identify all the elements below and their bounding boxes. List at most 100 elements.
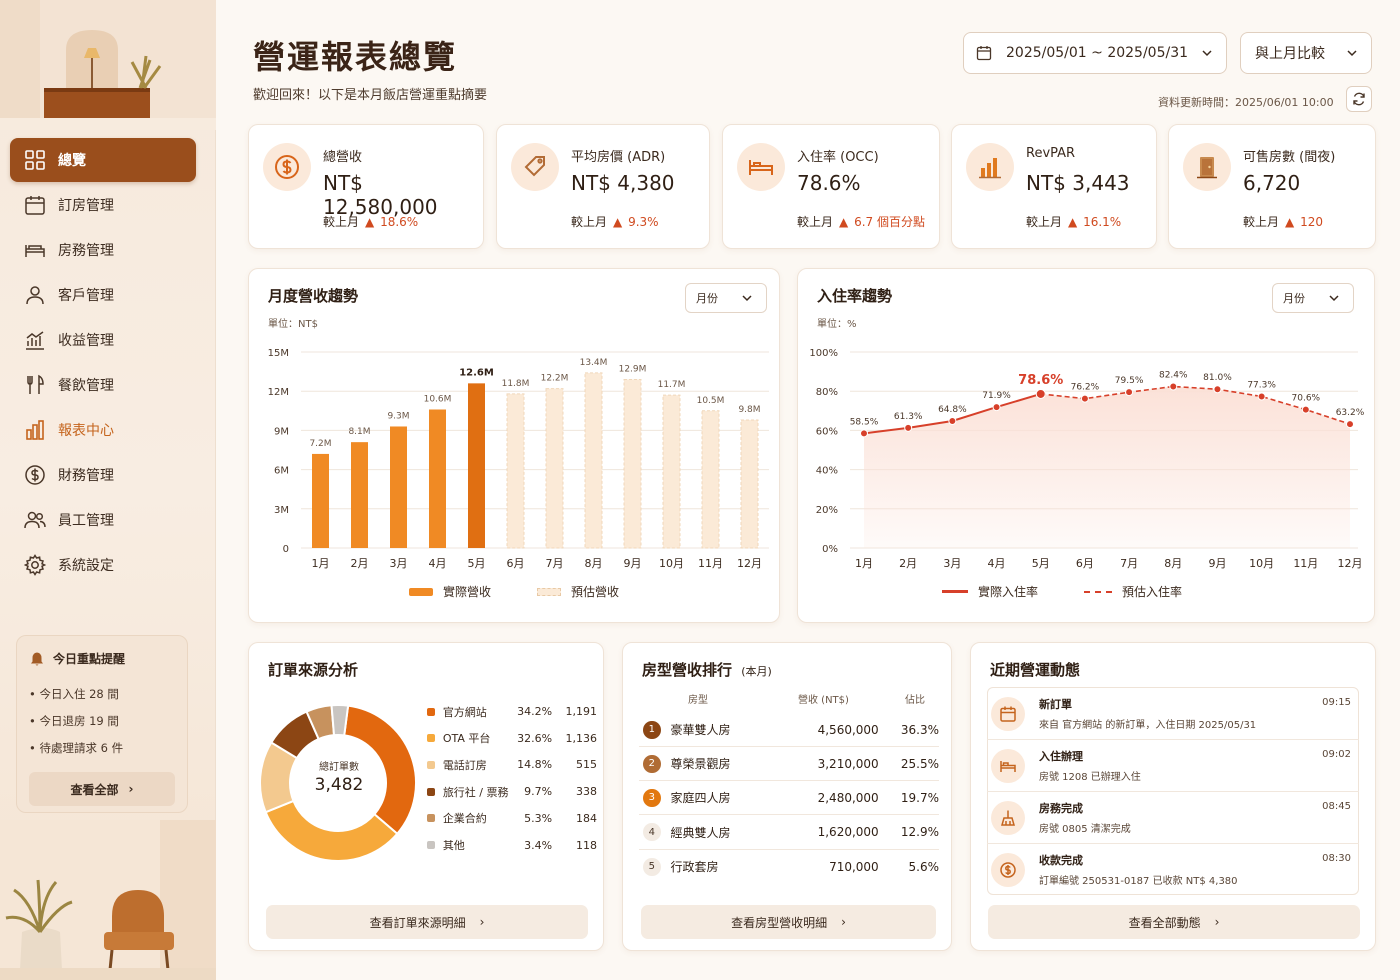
forecast-revenue-bar[interactable] <box>545 388 564 549</box>
bar-data-label: 9.3M <box>387 411 409 421</box>
sidebar-item-booking[interactable]: 訂房管理 <box>10 182 196 227</box>
occupancy-period-select[interactable]: 月份 <box>1272 283 1354 313</box>
bar-chart-icon <box>979 158 1001 179</box>
reminder-card: 今日重點提醒 • 今日入住 28 間 • 今日退房 19 間 • 待處理請求 6… <box>16 635 188 813</box>
dollar-icon <box>1000 862 1016 878</box>
button-label: 查看全部動態 <box>1128 915 1201 930</box>
y-tick-label: 40% <box>816 466 838 477</box>
sidebar-item-settings[interactable]: 系統設定 <box>10 542 196 587</box>
sidebar-item-finance[interactable]: 財務管理 <box>10 452 196 497</box>
view-source-detail-button[interactable]: 查看訂單來源明細 › <box>266 905 588 939</box>
occupancy-point[interactable] <box>992 403 1001 412</box>
x-tick-label: 2月 <box>351 557 369 570</box>
activity-time: 08:30 <box>1322 853 1351 864</box>
kpi-value: 78.6% <box>797 171 861 195</box>
sidebar-item-housekeeping[interactable]: 房務管理 <box>10 227 196 272</box>
activity-desc: 訂單編號 250531-0187 已收款 NT$ 4,380 <box>1039 876 1238 887</box>
occupancy-point[interactable] <box>1125 388 1134 397</box>
source-pct: 32.6% <box>517 731 553 745</box>
revenue-legend: 實際營收 預估營收 <box>409 583 619 600</box>
forecast-revenue-bar[interactable] <box>584 372 603 549</box>
actual-revenue-bar[interactable] <box>312 453 329 548</box>
sidebar-item-overview[interactable]: 總覽 <box>10 138 196 182</box>
occupancy-point[interactable] <box>1035 388 1046 399</box>
room-ranking-row[interactable]: 3 家庭四人房 2,480,000 19.7% <box>639 781 939 816</box>
activity-desc: 房號 1208 已辦理入住 <box>1039 772 1141 783</box>
lobby-illustration <box>0 0 216 130</box>
forecast-revenue-bar[interactable] <box>623 378 642 549</box>
occupancy-point[interactable] <box>904 423 913 432</box>
room-ranking-row[interactable]: 4 經典雙人房 1,620,000 12.9% <box>639 816 939 850</box>
actual-revenue-bar[interactable] <box>429 409 446 548</box>
sidebar-item-label: 系統設定 <box>58 557 114 574</box>
y-tick-label: 0 <box>283 544 289 555</box>
source-pct: 5.3% <box>524 811 553 825</box>
y-tick-label: 9M <box>274 426 289 437</box>
source-legend-row: 官方網站 34.2% 1,191 <box>427 698 597 725</box>
activity-item[interactable]: 新訂單 來自 官方網站 的新訂單，入住日期 2025/05/31 09:15 <box>987 688 1359 740</box>
view-room-revenue-button[interactable]: 查看房型營收明細 › <box>641 905 936 939</box>
occupancy-point[interactable] <box>1169 382 1178 391</box>
view-all-reminders-button[interactable]: 查看全部 › <box>29 772 175 806</box>
activity-item[interactable]: 收款完成 訂單編號 250531-0187 已收款 NT$ 4,380 08:3… <box>987 844 1359 896</box>
occupancy-point[interactable] <box>860 429 868 438</box>
sidebar-item-revenue[interactable]: 收益管理 <box>10 317 196 362</box>
bar-data-label: 7.2M <box>309 439 331 449</box>
chevron-right-icon: › <box>1214 915 1220 929</box>
kpi-card-occ[interactable]: 入住率 (OCC) 78.6% 較上月 ▲ 6.7 個百分點 <box>722 124 940 249</box>
sidebar-item-dining[interactable]: 餐飲管理 <box>10 362 196 407</box>
point-data-label: 76.2% <box>1071 383 1100 393</box>
occupancy-point[interactable] <box>1213 385 1222 394</box>
occupancy-point[interactable] <box>1301 405 1310 414</box>
activity-item[interactable]: 房務完成 房號 0805 清潔完成 08:45 <box>987 792 1359 844</box>
legend-swatch-actual <box>409 587 433 596</box>
actual-revenue-bar[interactable] <box>351 442 368 548</box>
activity-item[interactable]: 入住辦理 房號 1208 已辦理入住 09:02 <box>987 740 1359 792</box>
revenue-period-select[interactable]: 月份 <box>685 283 767 313</box>
forecast-revenue-bar[interactable] <box>740 419 759 549</box>
actual-revenue-bar[interactable] <box>390 426 407 548</box>
donut-slice[interactable] <box>330 704 350 737</box>
calendar-icon <box>1000 706 1016 722</box>
x-tick-label: 8月 <box>585 557 603 570</box>
fork-knife-icon <box>27 374 44 394</box>
view-all-activity-button[interactable]: 查看全部動態 › <box>988 905 1360 939</box>
date-range-picker[interactable]: 2025/05/01 ~ 2025/05/31 <box>963 32 1227 74</box>
actual-revenue-bar[interactable] <box>468 383 485 548</box>
kpi-card-revpar[interactable]: RevPAR NT$ 3,443 較上月 ▲ 16.1% <box>951 124 1157 249</box>
room-ranking-row[interactable]: 5 行政套房 710,000 5.6% <box>639 850 939 884</box>
sidebar-item-customers[interactable]: 客戶管理 <box>10 272 196 317</box>
tag-icon <box>524 156 545 177</box>
x-tick-label: 11月 <box>698 557 723 570</box>
source-legend-row: 企業合約 5.3% 184 <box>427 805 597 832</box>
revenue-chart-title: 月度營收趨勢 <box>268 287 359 305</box>
x-tick-label: 10月 <box>1249 557 1274 570</box>
kpi-icon-wrap <box>966 143 1014 191</box>
donut-center-label: 總訂單數 <box>319 762 359 773</box>
sidebar-item-reports[interactable]: 報表中心 <box>10 407 196 452</box>
refresh-button[interactable] <box>1346 86 1372 112</box>
room-type-share: 19.7% <box>900 790 939 805</box>
y-tick-label: 3M <box>274 505 289 516</box>
occupancy-point[interactable] <box>948 416 957 425</box>
bar-data-label: 11.7M <box>658 380 686 390</box>
occupancy-point[interactable] <box>1346 420 1354 429</box>
y-tick-label: 15M <box>268 348 289 359</box>
activity-title-text: 收款完成 <box>1039 854 1083 867</box>
forecast-revenue-bar[interactable] <box>701 410 720 549</box>
y-tick-label: 12M <box>268 387 289 398</box>
sidebar-item-staff[interactable]: 員工管理 <box>10 497 196 542</box>
occupancy-point[interactable] <box>1257 392 1266 401</box>
rank-badge: 3 <box>643 788 661 807</box>
x-tick-label: 12月 <box>1338 557 1363 570</box>
forecast-revenue-bar[interactable] <box>506 393 525 549</box>
room-ranking-row[interactable]: 1 豪華雙人房 4,560,000 36.3% <box>639 713 939 747</box>
kpi-card-available-rooms[interactable]: 可售房數 (間夜) 6,720 較上月 ▲ 120 <box>1168 124 1376 249</box>
kpi-card-revenue[interactable]: 總營收 NT$ 12,580,000 較上月 ▲ 18.6% <box>248 124 484 249</box>
room-ranking-row[interactable]: 2 尊榮景觀房 3,210,000 25.5% <box>639 747 939 782</box>
kpi-card-adr[interactable]: 平均房價 (ADR) NT$ 4,380 較上月 ▲ 9.3% <box>496 124 710 249</box>
occupancy-point[interactable] <box>1080 394 1089 403</box>
point-data-label: 64.8% <box>938 405 967 415</box>
forecast-revenue-bar[interactable] <box>662 394 681 549</box>
compare-select[interactable]: 與上月比較 <box>1240 32 1372 74</box>
